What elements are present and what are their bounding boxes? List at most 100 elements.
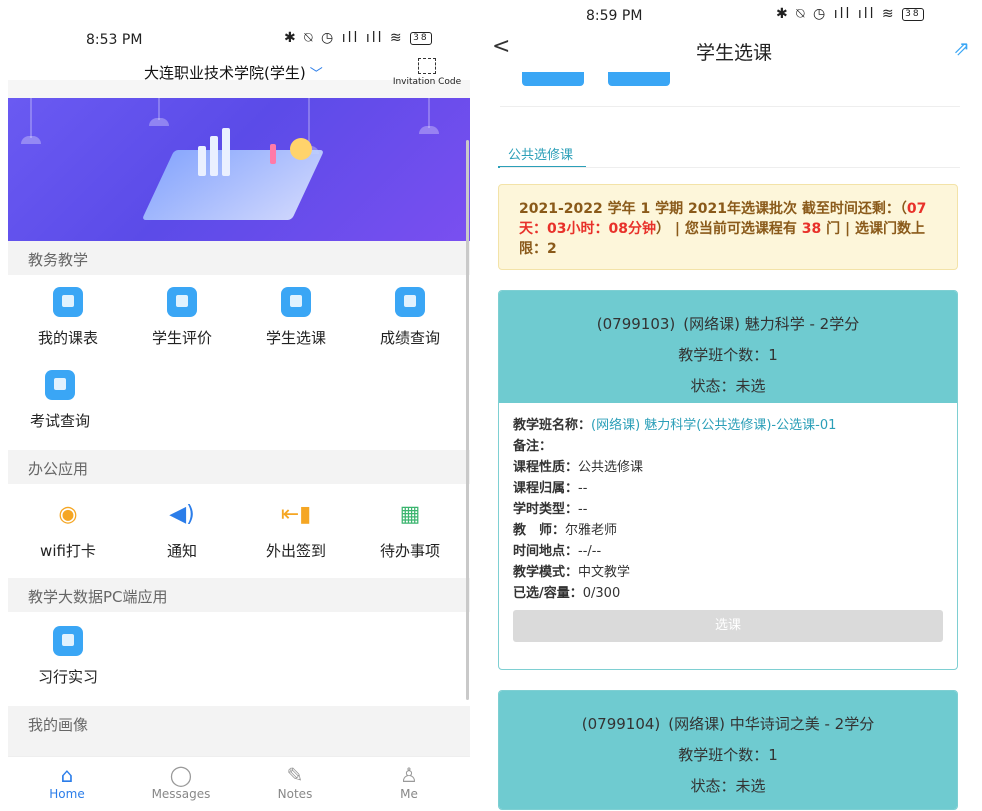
course-name: (网络课) 魅力科学 - 2学分 xyxy=(683,315,860,333)
isometric-platform xyxy=(141,150,325,220)
tab-label: Home xyxy=(49,787,85,801)
course-title: (0799103) (网络课) 魅力科学 - 2学分 xyxy=(499,291,957,334)
tab-messages[interactable]: ◯ Messages xyxy=(136,763,226,801)
scrollbar[interactable] xyxy=(466,140,469,700)
tab-label: Notes xyxy=(277,787,313,801)
app-course-selection[interactable]: 学生选课 xyxy=(244,287,348,348)
calendar-todo-icon: ▦ xyxy=(399,502,421,527)
course-details: 教学班名称：(网络课) 魅力科学(公共选修课)-公选课-01 备注： 课程性质：… xyxy=(499,403,957,652)
tab-me[interactable]: ♙ Me xyxy=(364,763,454,801)
app-label: 学生选课 xyxy=(265,329,326,347)
course-code: (0799104) xyxy=(581,715,661,733)
course-name: (网络课) 中华诗词之美 - 2学分 xyxy=(668,715,875,733)
class-count: 教学班个数：1 xyxy=(678,346,778,364)
app-label: 待办事项 xyxy=(379,542,440,560)
course-card-header[interactable]: (0799103) (网络课) 魅力科学 - 2学分 教学班个数：1 状态：未选 xyxy=(499,291,957,403)
app-internship[interactable]: 习行实习 xyxy=(16,626,120,687)
app-label: 成绩查询 xyxy=(379,329,440,347)
app-notifications[interactable]: ◀) 通知 xyxy=(130,500,234,561)
detail-note: 备注： xyxy=(513,439,553,454)
left-phone-screen: 8:53 PM ✱ ⍉ ◷ ıll ıll ≋ 38 大连职业技术学院(学生) ﹀… xyxy=(8,0,470,811)
edit-icon: ✎ xyxy=(286,763,304,787)
scan-icon xyxy=(418,58,436,74)
app-label: 考试查询 xyxy=(29,412,90,430)
signal-icons: ✱ ⍉ ◷ ıll ıll ≋ xyxy=(284,30,404,46)
status-icons: ✱ ⍉ ◷ ıll ıll ≋ 38 xyxy=(284,30,432,46)
bottom-tab-bar: ⌂ Home ◯ Messages ✎ Notes ♙ Me xyxy=(8,756,470,811)
share-icon[interactable]: ⇗ xyxy=(953,36,970,60)
tab-notes[interactable]: ✎ Notes xyxy=(250,763,340,801)
divider xyxy=(500,167,960,168)
available-count: 38 xyxy=(801,221,822,237)
detail-mode: 教学模式：中文教学 xyxy=(513,565,631,580)
nav-bar: < 学生选课 ⇗ xyxy=(486,30,982,70)
lamp-decoration xyxy=(419,98,439,134)
partial-button[interactable] xyxy=(608,72,670,86)
course-card-header[interactable]: (0799104) (网络课) 中华诗词之美 - 2学分 教学班个数：1 状态：未… xyxy=(499,691,957,809)
app-todo[interactable]: ▦ 待办事项 xyxy=(358,500,462,561)
app-out-signin[interactable]: ⇤▮ 外出签到 xyxy=(244,500,348,561)
course-card: (0799104) (网络课) 中华诗词之美 - 2学分 教学班个数：1 状态：未… xyxy=(498,690,958,810)
status-icons: ✱ ⍉ ◷ ıll ıll ≋ 38 xyxy=(776,6,924,22)
detail-place: 时间地点：--/-- xyxy=(513,544,602,559)
section-portrait: 我的画像 xyxy=(8,706,470,756)
detail-belong: 课程归属：-- xyxy=(513,481,588,496)
course-selection-icon xyxy=(281,287,311,317)
app-label: 学生评价 xyxy=(151,329,212,347)
speaker-icon: ◀) xyxy=(169,502,195,527)
invitation-code-label: Invitation Code xyxy=(392,77,462,87)
app-label: wifi打卡 xyxy=(40,542,96,560)
user-icon: ♙ xyxy=(400,763,418,787)
tab-public-elective[interactable]: 公共选修课 xyxy=(508,144,573,163)
lamp-decoration xyxy=(21,98,41,144)
course-title: (0799104) (网络课) 中华诗词之美 - 2学分 xyxy=(499,691,957,734)
status-bar: 8:53 PM ✱ ⍉ ◷ ıll ıll ≋ 38 大连职业技术学院(学生) ﹀… xyxy=(8,0,470,87)
app-grade-query[interactable]: 成绩查询 xyxy=(358,287,462,348)
home-icon: ⌂ xyxy=(60,763,74,787)
school-name: 大连职业技术学院(学生) xyxy=(144,64,306,82)
invitation-code-button[interactable]: Invitation Code xyxy=(388,58,466,87)
app-student-evaluation[interactable]: 学生评价 xyxy=(130,287,234,348)
notice-text: ） | 您当前可选课程有 xyxy=(655,221,802,237)
status-time: 8:59 PM xyxy=(586,8,643,24)
detail-hours: 学时类型：-- xyxy=(513,502,588,517)
detail-nature: 课程性质：公共选修课 xyxy=(513,460,644,475)
partial-button[interactable] xyxy=(522,72,584,86)
select-course-button[interactable]: 选课 xyxy=(513,610,943,642)
chart-bar-decoration xyxy=(222,128,230,176)
app-label: 通知 xyxy=(166,542,197,560)
battery-icon: 38 xyxy=(902,7,924,21)
status-time: 8:53 PM xyxy=(86,32,143,48)
timetable-icon xyxy=(53,287,83,317)
battery-icon: 38 xyxy=(410,31,432,45)
right-phone-screen: 8:59 PM ✱ ⍉ ◷ ıll ıll ≋ 38 < 学生选课 ⇗ 公共选修… xyxy=(486,0,982,811)
school-switcher[interactable]: 大连职业技术学院(学生) ﹀ xyxy=(144,62,323,83)
section-office: 办公应用 xyxy=(8,450,470,484)
app-label: 我的课表 xyxy=(37,329,98,347)
detail-capacity: 已选/容量：0/300 xyxy=(513,586,621,601)
teaching-apps-grid: 我的课表 学生评价 学生选课 成绩查询 考试查询 xyxy=(8,275,470,450)
pie-chart-decoration xyxy=(290,138,312,160)
chart-bar-decoration xyxy=(210,136,218,176)
app-my-timetable[interactable]: 我的课表 xyxy=(16,287,120,348)
app-exam-query[interactable]: 考试查询 xyxy=(8,370,112,431)
detail-class-name: 教学班名称：(网络课) 魅力科学(公共选修课)-公选课-01 xyxy=(513,418,837,433)
app-label: 外出签到 xyxy=(265,542,326,560)
app-wifi-checkin[interactable]: ◉ wifi打卡 xyxy=(16,500,120,561)
door-exit-icon: ⇤▮ xyxy=(280,502,312,527)
section-bigdata: 教学大数据PC端应用 xyxy=(8,578,470,612)
person-illustration xyxy=(270,144,276,164)
detail-teacher: 教 师：尔雅老师 xyxy=(513,523,618,538)
chart-bar-decoration xyxy=(198,146,206,176)
signal-icons: ✱ ⍉ ◷ ıll ıll ≋ xyxy=(776,6,896,22)
evaluation-icon xyxy=(167,287,197,317)
chevron-down-icon: ﹀ xyxy=(309,67,323,82)
app-label: 习行实习 xyxy=(37,668,98,686)
selection-notice: 2021-2022 学年 1 学期 2021年选课批次 截至时间还剩：（07天：… xyxy=(498,184,958,270)
tab-home[interactable]: ⌂ Home xyxy=(22,763,112,801)
message-bubble-icon: ◯ xyxy=(169,763,193,787)
exam-icon xyxy=(45,370,75,400)
grade-icon xyxy=(395,287,425,317)
wifi-icon: ◉ xyxy=(58,502,78,527)
home-banner[interactable] xyxy=(8,98,470,241)
